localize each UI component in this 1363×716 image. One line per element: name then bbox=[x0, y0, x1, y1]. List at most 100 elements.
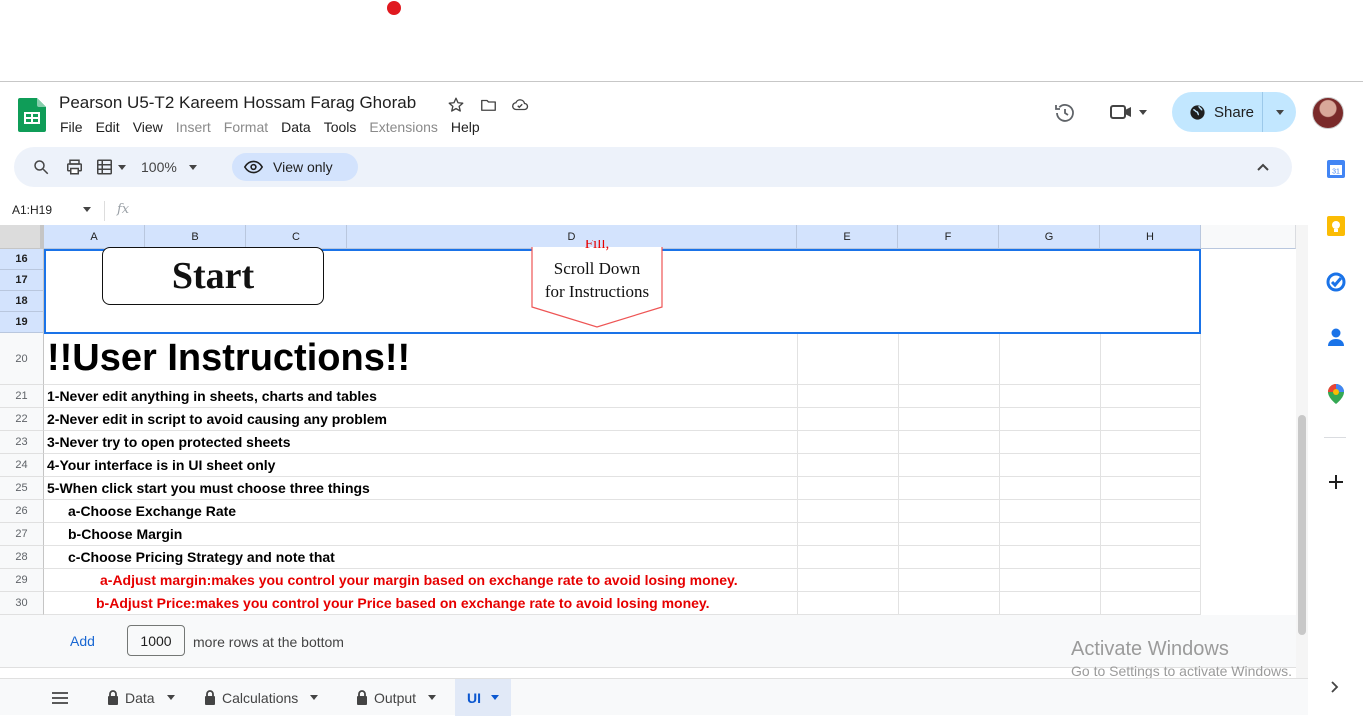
column-header-h[interactable]: H bbox=[1100, 225, 1201, 249]
gridline bbox=[797, 333, 798, 615]
row-header[interactable]: 21 bbox=[0, 385, 44, 408]
sheet-tab-data[interactable]: Data bbox=[107, 679, 175, 716]
expand-panel-icon[interactable] bbox=[1330, 680, 1340, 698]
gridline bbox=[1200, 333, 1201, 615]
add-rows-count-input[interactable]: 1000 bbox=[127, 625, 185, 656]
row-header[interactable]: 29 bbox=[0, 569, 44, 592]
sheet-tab-label: UI bbox=[467, 689, 481, 706]
svg-text:31: 31 bbox=[1332, 169, 1340, 176]
chevron-down-icon bbox=[188, 164, 197, 170]
row-header[interactable]: 22 bbox=[0, 408, 44, 431]
share-options-button[interactable] bbox=[1263, 109, 1296, 115]
row-header[interactable]: 19 bbox=[0, 312, 44, 333]
scrollbar-thumb[interactable] bbox=[1298, 415, 1306, 635]
menu-bar: File Edit View Insert Format Data Tools … bbox=[60, 119, 493, 135]
row-header[interactable]: 28 bbox=[0, 546, 44, 569]
add-icon[interactable] bbox=[1328, 474, 1344, 495]
gridline bbox=[44, 591, 1201, 592]
version-history-icon[interactable] bbox=[1053, 101, 1077, 130]
start-button[interactable]: Start bbox=[102, 247, 324, 305]
video-camera-icon bbox=[1110, 105, 1131, 119]
view-only-button[interactable]: View only bbox=[232, 153, 358, 181]
move-folder-icon[interactable] bbox=[478, 95, 498, 115]
tasks-icon[interactable] bbox=[1326, 272, 1346, 297]
name-box[interactable]: A1:H19 bbox=[12, 203, 52, 217]
gridline bbox=[1100, 333, 1101, 615]
collapse-menus-icon[interactable] bbox=[1256, 157, 1270, 177]
zoom-select[interactable]: 100% bbox=[141, 157, 197, 177]
contacts-icon[interactable] bbox=[1327, 327, 1345, 352]
select-all-corner[interactable] bbox=[0, 225, 44, 249]
gridline bbox=[44, 384, 1201, 385]
document-title[interactable]: Pearson U5-T2 Kareem Hossam Farag Ghorab bbox=[59, 93, 416, 113]
instruction-line: 5-When click start you must choose three… bbox=[47, 480, 370, 496]
row-header[interactable]: 16 bbox=[0, 249, 44, 270]
calendar-icon[interactable]: 31 bbox=[1327, 160, 1345, 183]
menu-data[interactable]: Data bbox=[281, 119, 317, 135]
row-header[interactable]: 17 bbox=[0, 270, 44, 291]
fx-icon: fx bbox=[117, 202, 130, 217]
chevron-down-icon bbox=[1139, 109, 1147, 115]
share-button[interactable]: Share bbox=[1172, 92, 1263, 132]
zoom-fit-dropdown[interactable] bbox=[95, 157, 126, 177]
sheet-tab-calculations[interactable]: Calculations bbox=[204, 679, 319, 716]
column-header-e[interactable]: E bbox=[797, 225, 898, 249]
search-menus-icon[interactable] bbox=[32, 157, 50, 177]
sheet-tab-label: Output bbox=[374, 689, 417, 706]
menu-insert[interactable]: Insert bbox=[176, 119, 217, 135]
row-header[interactable]: 18 bbox=[0, 291, 44, 312]
row-header[interactable]: 27 bbox=[0, 523, 44, 546]
row-header[interactable]: 25 bbox=[0, 477, 44, 500]
title-actions bbox=[446, 95, 530, 115]
menu-format[interactable]: Format bbox=[224, 119, 274, 135]
column-header-b[interactable]: B bbox=[145, 225, 246, 249]
instruction-line-warning: b-Adjust Price:makes you control your Pr… bbox=[96, 595, 710, 611]
avatar[interactable] bbox=[1312, 97, 1344, 129]
keep-icon[interactable] bbox=[1327, 216, 1345, 241]
add-rows-button[interactable]: Add bbox=[70, 633, 95, 649]
watermark-line-2: Go to Settings to activate Windows. bbox=[1071, 663, 1292, 679]
name-box-chevron-icon[interactable] bbox=[83, 207, 91, 212]
instruction-line: b-Choose Margin bbox=[68, 526, 183, 542]
row-header[interactable]: 30 bbox=[0, 592, 44, 615]
callout-line-2: for Instructions bbox=[544, 282, 650, 301]
row-header[interactable]: 20 bbox=[0, 333, 44, 385]
column-header-empty bbox=[1201, 225, 1296, 249]
share-label: Share bbox=[1214, 103, 1255, 121]
instruction-line: 3-Never try to open protected sheets bbox=[47, 434, 291, 450]
callout-cutoff-text: Fill, bbox=[584, 240, 610, 252]
gridline bbox=[44, 476, 1201, 477]
row-header[interactable]: 26 bbox=[0, 500, 44, 523]
sheet-tab-output[interactable]: Output bbox=[356, 679, 437, 716]
callout-line-1: Scroll Down bbox=[553, 259, 641, 278]
menu-extensions[interactable]: Extensions bbox=[369, 119, 443, 135]
gridline bbox=[44, 407, 1201, 408]
menu-view[interactable]: View bbox=[133, 119, 169, 135]
sheets-logo-icon[interactable] bbox=[18, 98, 46, 132]
column-header-a[interactable]: A bbox=[44, 225, 145, 249]
row-header[interactable]: 24 bbox=[0, 454, 44, 477]
column-header-c[interactable]: C bbox=[246, 225, 347, 249]
vertical-scrollbar[interactable] bbox=[1296, 225, 1308, 678]
maps-icon[interactable] bbox=[1328, 384, 1344, 409]
menu-help[interactable]: Help bbox=[451, 119, 486, 135]
cloud-status-icon[interactable] bbox=[510, 95, 530, 115]
sheet-tab-label: Calculations bbox=[222, 689, 299, 706]
column-header-f[interactable]: F bbox=[898, 225, 999, 249]
row-header[interactable]: 23 bbox=[0, 431, 44, 454]
menu-tools[interactable]: Tools bbox=[324, 119, 363, 135]
column-header-g[interactable]: G bbox=[999, 225, 1100, 249]
all-sheets-icon[interactable] bbox=[52, 679, 68, 716]
print-icon[interactable] bbox=[65, 157, 84, 177]
side-divider bbox=[1324, 437, 1346, 438]
chevron-down-icon bbox=[428, 695, 437, 700]
chevron-down-icon bbox=[491, 695, 499, 700]
menu-file[interactable]: File bbox=[60, 119, 89, 135]
star-icon[interactable] bbox=[446, 95, 466, 115]
menu-edit[interactable]: Edit bbox=[96, 119, 126, 135]
meet-button[interactable] bbox=[1109, 101, 1147, 123]
sheet-tab-ui[interactable]: UI bbox=[455, 679, 511, 716]
side-panel: 31 bbox=[1308, 142, 1363, 715]
lock-icon bbox=[205, 690, 215, 705]
gridline bbox=[44, 499, 1201, 500]
